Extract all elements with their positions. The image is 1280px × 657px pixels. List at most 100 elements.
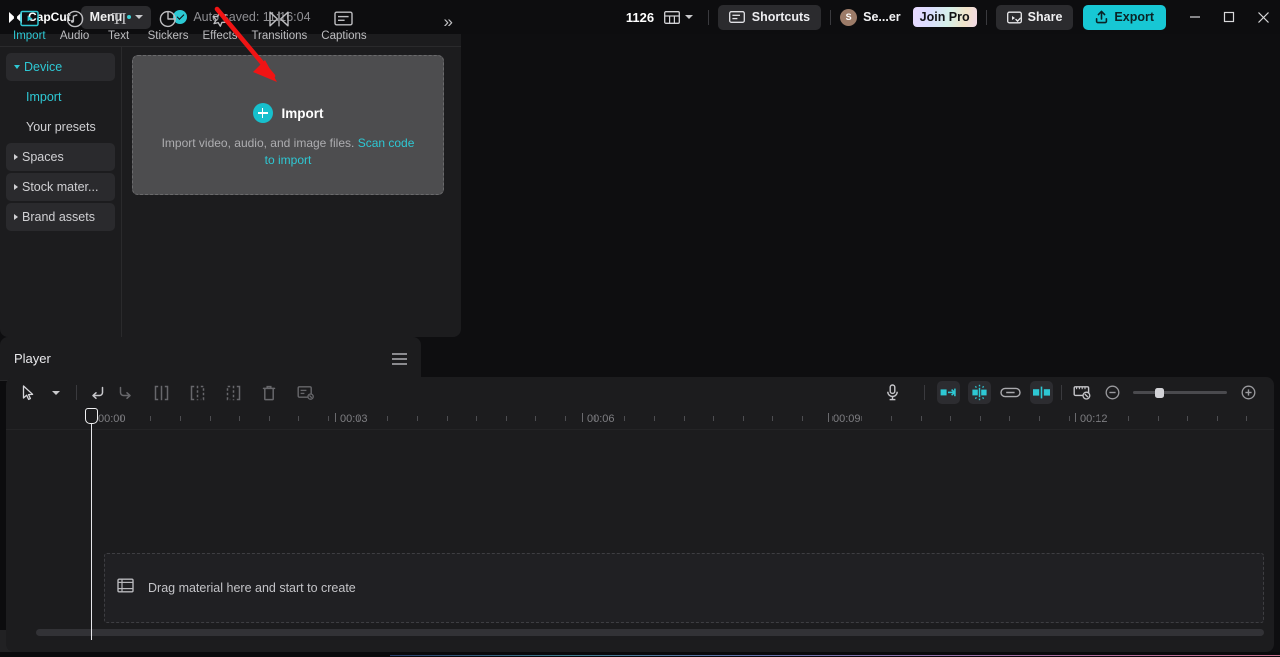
ruler-label: 00:03 bbox=[340, 413, 368, 425]
sidebar-item-your-presets[interactable]: Your presets bbox=[6, 113, 115, 141]
import-description: Import video, audio, and image files. Sc… bbox=[159, 135, 417, 169]
timeline-toolbar bbox=[6, 377, 1274, 408]
zoom-slider[interactable] bbox=[1133, 387, 1227, 398]
tab-stickers[interactable]: Stickers bbox=[141, 5, 196, 42]
join-pro-button[interactable]: Join Pro bbox=[912, 7, 977, 27]
import-dropzone[interactable]: Import Import video, audio, and image fi… bbox=[132, 6, 444, 195]
sidebar-item-label: Device bbox=[24, 60, 63, 74]
media-sidebar: Device Import Your presets Spaces Stock … bbox=[0, 47, 122, 337]
timeline-panel: 00:00 00:03 00:06 00:09 00:12 Drag mater… bbox=[6, 377, 1274, 652]
chevron-down-icon bbox=[684, 15, 693, 19]
ruler-label: 00:06 bbox=[587, 413, 615, 425]
split-icon bbox=[154, 385, 168, 400]
media-content: Import Import video, audio, and image fi… bbox=[122, 6, 461, 337]
zoom-out-button[interactable] bbox=[1098, 381, 1126, 405]
share-label: Share bbox=[1027, 10, 1063, 24]
minimize-button[interactable] bbox=[1178, 0, 1212, 34]
undo-button[interactable] bbox=[83, 381, 111, 405]
sidebar-item-spaces[interactable]: Spaces bbox=[6, 143, 115, 171]
sidebar-item-label: Spaces bbox=[22, 150, 64, 164]
mirror-button[interactable] bbox=[1030, 381, 1053, 404]
ruler-minor-tick bbox=[447, 416, 448, 421]
tab-import[interactable]: Import bbox=[6, 5, 53, 42]
trim-left-icon bbox=[190, 385, 204, 400]
titlebar-right-controls: Shortcuts S Se...er Join Pro Share Expor… bbox=[658, 0, 1280, 34]
bottom-accent-strip bbox=[0, 652, 1280, 657]
zoom-in-icon bbox=[1241, 385, 1255, 400]
export-label: Export bbox=[1114, 10, 1154, 24]
timeline-dropzone[interactable]: Drag material here and start to create bbox=[104, 553, 1264, 623]
magnet-icon bbox=[972, 384, 987, 401]
ruler-minor-tick bbox=[1217, 416, 1218, 421]
import-description-text: Import video, audio, and image files. bbox=[161, 136, 358, 150]
ruler-major-tick bbox=[582, 413, 583, 422]
import-cta[interactable]: Import bbox=[252, 103, 324, 123]
tab-label: Text bbox=[108, 30, 130, 42]
ruler-minor-tick bbox=[239, 416, 240, 421]
hamburger-icon[interactable] bbox=[392, 352, 407, 365]
ruler-label: 00:09 bbox=[833, 413, 861, 425]
ruler-major-tick bbox=[828, 413, 829, 422]
ruler-minor-tick bbox=[713, 416, 714, 421]
timeline-horizontal-scrollbar[interactable] bbox=[36, 629, 1264, 636]
record-button[interactable] bbox=[878, 381, 906, 405]
zoom-in-button[interactable] bbox=[1234, 381, 1262, 405]
tab-label: Transitions bbox=[251, 30, 308, 42]
project-name[interactable]: 1126 bbox=[626, 10, 654, 25]
close-button[interactable] bbox=[1246, 0, 1280, 34]
ruler-minor-tick bbox=[684, 416, 685, 421]
media-tool-tabs: Import Audio TI Text Stickers Effects Tr… bbox=[0, 0, 461, 46]
share-icon bbox=[1006, 11, 1022, 23]
export-button[interactable]: Export bbox=[1083, 4, 1166, 30]
ruler-minor-tick bbox=[1039, 416, 1040, 421]
delete-left-button[interactable] bbox=[183, 381, 211, 405]
split-button[interactable] bbox=[147, 381, 175, 405]
redo-button[interactable] bbox=[111, 381, 139, 405]
delete-button[interactable] bbox=[255, 381, 283, 405]
ruler-minor-tick bbox=[358, 416, 359, 421]
media-import-icon bbox=[20, 9, 39, 28]
ruler-minor-tick bbox=[476, 416, 477, 421]
ruler-minor-tick bbox=[624, 416, 625, 421]
timeline-tracks[interactable]: Drag material here and start to create bbox=[6, 408, 1274, 640]
sidebar-item-label: Import bbox=[26, 90, 62, 104]
layout-icon bbox=[663, 10, 680, 24]
tab-captions[interactable]: Captions bbox=[314, 5, 373, 42]
select-tool[interactable] bbox=[14, 381, 42, 405]
tab-label: Effects bbox=[202, 30, 238, 42]
ruler-minor-tick bbox=[861, 416, 862, 421]
tab-audio[interactable]: Audio bbox=[53, 5, 97, 42]
tab-transitions[interactable]: Transitions bbox=[244, 5, 314, 42]
timeline-ruler[interactable]: 00:00 00:03 00:06 00:09 00:12 bbox=[6, 408, 1274, 430]
sidebar-item-stock-materials[interactable]: Stock mater... bbox=[6, 173, 115, 201]
ruler-minor-tick bbox=[506, 416, 507, 421]
zoom-slider-handle[interactable] bbox=[1155, 387, 1164, 398]
delete-right-button[interactable] bbox=[219, 381, 247, 405]
playhead[interactable] bbox=[85, 408, 98, 640]
preview-render-button[interactable] bbox=[1068, 381, 1096, 405]
sidebar-item-import[interactable]: Import bbox=[6, 83, 115, 111]
layout-button[interactable] bbox=[658, 10, 699, 24]
tab-text[interactable]: TI Text bbox=[97, 5, 141, 42]
media-panel-body: Device Import Your presets Spaces Stock … bbox=[0, 6, 461, 337]
crop-button[interactable] bbox=[291, 381, 319, 405]
shortcuts-button[interactable]: Shortcuts bbox=[717, 4, 822, 30]
select-tool-dropdown[interactable] bbox=[42, 381, 70, 405]
share-button[interactable]: Share bbox=[995, 4, 1074, 30]
maximize-button[interactable] bbox=[1212, 0, 1246, 34]
playhead-handle[interactable] bbox=[85, 408, 98, 424]
more-tools-button[interactable]: » bbox=[444, 13, 453, 30]
timeline-drop-hint: Drag material here and start to create bbox=[148, 581, 356, 595]
divider bbox=[924, 385, 925, 400]
sidebar-item-brand-assets[interactable]: Brand assets bbox=[6, 203, 115, 231]
divider bbox=[830, 9, 832, 25]
ruler-minor-tick bbox=[535, 416, 536, 421]
snap-toggle[interactable] bbox=[968, 381, 991, 404]
auto-cut-button[interactable] bbox=[937, 381, 960, 404]
ruler-minor-tick bbox=[1246, 416, 1247, 421]
tab-effects[interactable]: Effects bbox=[196, 5, 245, 42]
user-account[interactable]: S Se...er Join Pro bbox=[840, 7, 977, 27]
chevron-right-icon bbox=[14, 154, 18, 160]
sidebar-item-device[interactable]: Device bbox=[6, 53, 115, 81]
link-clips-button[interactable] bbox=[999, 381, 1022, 404]
